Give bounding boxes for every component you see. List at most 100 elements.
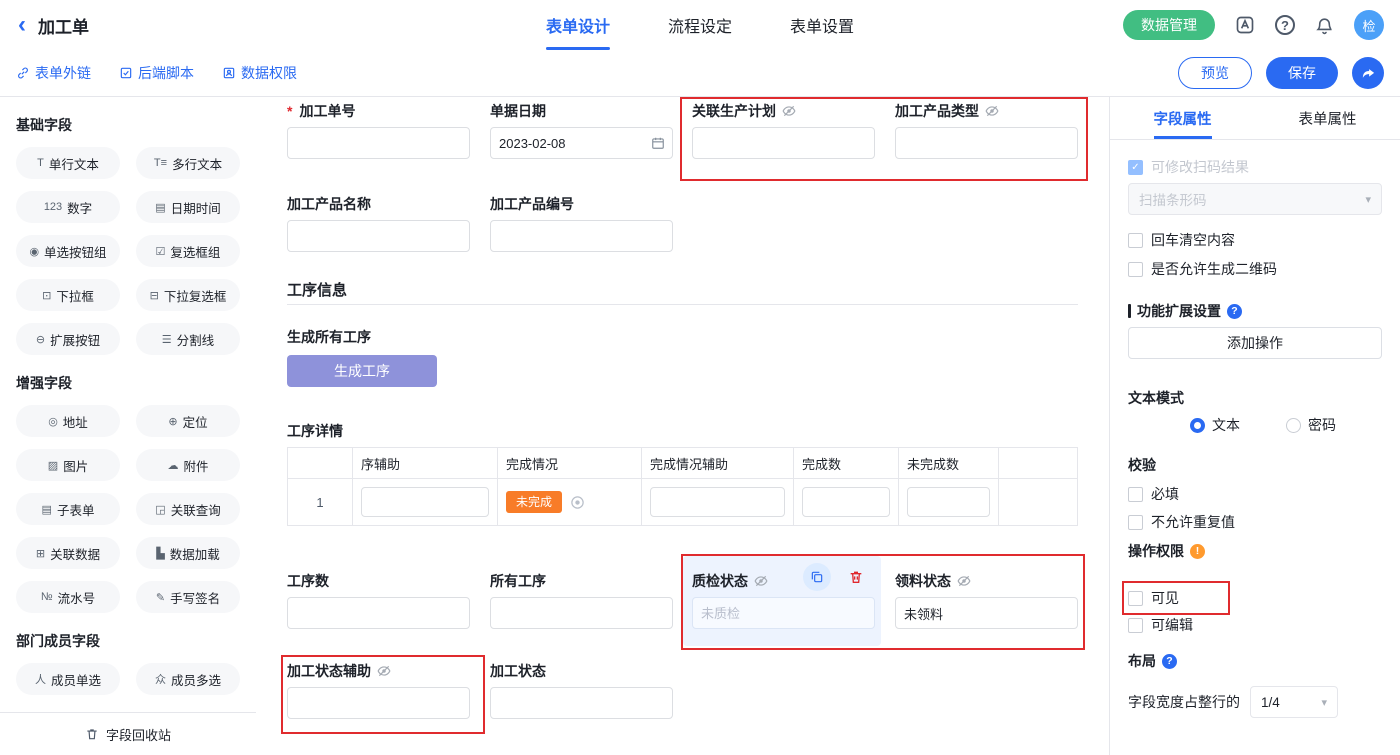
- field-product-name[interactable]: 加工产品名称: [287, 196, 470, 252]
- linked-query-icon: ◲: [155, 503, 165, 516]
- qc-status-input[interactable]: [692, 597, 875, 629]
- data-manage-button[interactable]: 数据管理: [1123, 10, 1215, 40]
- row-index: 1: [296, 495, 344, 510]
- attachment-icon: ☁: [167, 459, 178, 472]
- save-button[interactable]: 保存: [1266, 57, 1338, 89]
- help-badge-icon[interactable]: ?: [1162, 654, 1177, 669]
- text-mode-radio-group: 文本 密码: [1190, 415, 1382, 435]
- sidebar-item-datetime[interactable]: ▤日期时间: [136, 191, 240, 223]
- sidebar-item-member-single[interactable]: 人成员单选: [16, 663, 120, 695]
- preview-button[interactable]: 预览: [1178, 57, 1252, 89]
- radio-text[interactable]: 文本: [1190, 415, 1240, 435]
- process-helper-input[interactable]: [361, 487, 489, 517]
- sidebar-item-linked-data[interactable]: ⊞关联数据: [16, 537, 120, 569]
- doc-date-input[interactable]: [490, 127, 673, 159]
- field-process-status[interactable]: 加工状态: [490, 663, 673, 719]
- sidebar-item-address[interactable]: ◎地址: [16, 405, 120, 437]
- field-recycle-bin[interactable]: 字段回收站: [0, 712, 256, 755]
- back-button[interactable]: ‹: [18, 13, 26, 37]
- share-button[interactable]: [1352, 57, 1384, 89]
- required-checkbox[interactable]: 必填: [1128, 484, 1382, 504]
- sidebar-item-location[interactable]: ⊕定位: [136, 405, 240, 437]
- field-status-helper[interactable]: 加工状态辅助: [287, 663, 470, 719]
- process-status-input[interactable]: [490, 687, 673, 719]
- avatar[interactable]: 检: [1354, 10, 1384, 40]
- field-label: 加工状态: [490, 663, 546, 679]
- tab-form-settings[interactable]: 表单设置: [790, 0, 854, 50]
- field-production-plan[interactable]: 关联生产计划: [692, 103, 875, 159]
- field-product-no[interactable]: 加工产品编号: [490, 196, 673, 252]
- tab-field-properties[interactable]: 字段属性: [1110, 97, 1255, 139]
- sidebar-item-subform[interactable]: ▤子表单: [16, 493, 120, 525]
- field-order-no[interactable]: *加工单号: [287, 103, 470, 159]
- form-external-link[interactable]: 表单外链: [16, 63, 91, 83]
- copy-field-button[interactable]: [803, 563, 831, 591]
- radio-password[interactable]: 密码: [1286, 415, 1336, 435]
- tab-flow-settings[interactable]: 流程设定: [668, 0, 732, 50]
- delete-field-button[interactable]: [842, 563, 870, 591]
- no-duplicate-checkbox[interactable]: 不允许重复值: [1128, 512, 1382, 532]
- sidebar-item-number[interactable]: 123数字: [16, 191, 120, 223]
- data-permission-link[interactable]: 数据权限: [222, 63, 297, 83]
- sidebar-item-data-load[interactable]: ▙数据加载: [136, 537, 240, 569]
- item-label: 下拉框: [56, 286, 94, 305]
- generate-process-button[interactable]: 生成工序: [287, 355, 437, 387]
- alert-badge-icon[interactable]: !: [1190, 544, 1205, 559]
- item-label: 扩展按钮: [50, 330, 100, 349]
- sidebar-item-checkbox-group[interactable]: ☑复选框组: [136, 235, 240, 267]
- linked-data-icon: ⊞: [36, 547, 45, 560]
- sidebar-item-signature[interactable]: ✎手写签名: [136, 581, 240, 613]
- done-count-input[interactable]: [802, 487, 890, 517]
- material-status-input[interactable]: [895, 597, 1078, 629]
- sidebar-item-serial-number[interactable]: №流水号: [16, 581, 120, 613]
- field-process-count[interactable]: 工序数: [287, 573, 470, 629]
- product-no-input[interactable]: [490, 220, 673, 252]
- completion-helper-input[interactable]: [650, 487, 785, 517]
- field-all-process[interactable]: 所有工序: [490, 573, 673, 629]
- select-value: 扫描条形码: [1139, 189, 1207, 209]
- field-material-status[interactable]: 领料状态: [895, 573, 1078, 629]
- field-product-type[interactable]: 加工产品类型: [895, 103, 1078, 159]
- status-helper-input[interactable]: [287, 687, 470, 719]
- sidebar-item-multi-line-text[interactable]: T≡多行文本: [136, 147, 240, 179]
- process-detail-label: 工序详情: [287, 421, 343, 441]
- product-type-input[interactable]: [895, 127, 1078, 159]
- sidebar-item-linked-query[interactable]: ◲关联查询: [136, 493, 240, 525]
- field-doc-date[interactable]: 单据日期: [490, 103, 673, 159]
- sidebar-item-single-line-text[interactable]: T单行文本: [16, 147, 120, 179]
- qr-allow-checkbox[interactable]: 是否允许生成二维码: [1128, 259, 1382, 279]
- tab-form-properties[interactable]: 表单属性: [1255, 97, 1400, 139]
- eye-off-icon: [957, 574, 971, 588]
- item-label: 附件: [183, 456, 208, 475]
- sidebar-item-image[interactable]: ▨图片: [16, 449, 120, 481]
- sidebar-item-member-multi[interactable]: 众成员多选: [136, 663, 240, 695]
- tab-form-design[interactable]: 表单设计: [546, 0, 610, 50]
- language-icon[interactable]: [1235, 15, 1255, 35]
- all-process-input[interactable]: [490, 597, 673, 629]
- sidebar-item-radio-group[interactable]: ◉单选按钮组: [16, 235, 120, 267]
- scan-mode-select[interactable]: 扫描条形码 ▾: [1128, 183, 1382, 215]
- editable-checkbox[interactable]: 可编辑: [1128, 615, 1382, 635]
- help-icon[interactable]: ?: [1275, 15, 1295, 35]
- visible-checkbox[interactable]: 可见: [1128, 588, 1382, 608]
- production-plan-input[interactable]: [692, 127, 875, 159]
- calendar-icon[interactable]: [651, 136, 665, 153]
- help-badge-icon[interactable]: ?: [1227, 304, 1242, 319]
- process-count-input[interactable]: [287, 597, 470, 629]
- sidebar-item-multi-select[interactable]: ⊟下拉复选框: [136, 279, 240, 311]
- add-action-button[interactable]: 添加操作: [1128, 327, 1382, 359]
- checkbox-label: 是否允许生成二维码: [1151, 259, 1277, 279]
- undone-count-input[interactable]: [907, 487, 990, 517]
- sidebar-item-extend-button[interactable]: ⊖扩展按钮: [16, 323, 120, 355]
- sidebar-item-select[interactable]: ⊡下拉框: [16, 279, 120, 311]
- circle-dot-icon[interactable]: [570, 495, 585, 510]
- product-name-input[interactable]: [287, 220, 470, 252]
- sidebar-item-attachment[interactable]: ☁ 附件: [136, 449, 240, 481]
- order-no-input[interactable]: [287, 127, 470, 159]
- scan-result-checkbox[interactable]: ✓ 可修改扫码结果: [1128, 157, 1382, 177]
- bell-icon[interactable]: [1315, 16, 1334, 35]
- enter-clear-checkbox[interactable]: 回车清空内容: [1128, 230, 1382, 250]
- backend-script-link[interactable]: 后端脚本: [119, 63, 194, 83]
- field-width-select[interactable]: 1/4 ▾: [1250, 686, 1338, 718]
- sidebar-item-divider[interactable]: ☰分割线: [136, 323, 240, 355]
